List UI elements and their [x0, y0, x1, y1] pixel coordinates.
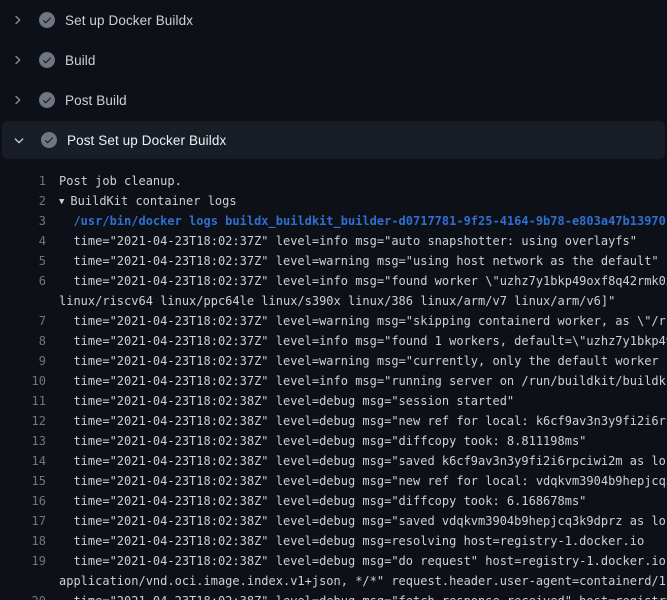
- log-line-number[interactable]: 8: [0, 331, 46, 351]
- check-circle-icon: [39, 92, 55, 108]
- chevron-right-icon[interactable]: [9, 92, 25, 108]
- log-line-text: time="2021-04-23T18:02:37Z" level=info m…: [59, 271, 667, 291]
- log-line-number[interactable]: 10: [0, 371, 46, 391]
- log-line-text: /usr/bin/docker logs buildx_buildkit_bui…: [59, 211, 666, 231]
- chevron-down-icon[interactable]: [11, 132, 27, 148]
- log-line: 15 time="2021-04-23T18:02:38Z" level=deb…: [0, 471, 667, 491]
- log-line-number[interactable]: 7: [0, 311, 46, 331]
- log-line-number[interactable]: 15: [0, 471, 46, 491]
- log-line-text: time="2021-04-23T18:02:37Z" level=info m…: [59, 231, 637, 251]
- log-line-number[interactable]: 6: [0, 271, 46, 291]
- log-line: 17 time="2021-04-23T18:02:38Z" level=deb…: [0, 511, 667, 531]
- log-line: 20 time="2021-04-23T18:02:38Z" level=deb…: [0, 591, 667, 600]
- log-line-number[interactable]: 14: [0, 451, 46, 471]
- log-line-text: Post job cleanup.: [59, 171, 182, 191]
- log-line-text: time="2021-04-23T18:02:38Z" level=debug …: [59, 511, 667, 531]
- log-line-number[interactable]: 17: [0, 511, 46, 531]
- log-line: 12 time="2021-04-23T18:02:38Z" level=deb…: [0, 411, 667, 431]
- log-area: 1 Post job cleanup. 2 ▼BuildKit containe…: [0, 160, 667, 600]
- step-header[interactable]: Build: [0, 40, 667, 80]
- log-line-number[interactable]: [0, 571, 46, 591]
- log-line-text: time="2021-04-23T18:02:38Z" level=debug …: [59, 451, 667, 471]
- log-line: 4 time="2021-04-23T18:02:37Z" level=info…: [0, 231, 667, 251]
- log-line: 1 Post job cleanup.: [0, 171, 667, 191]
- log-line-number[interactable]: 2: [0, 191, 46, 211]
- log-line-number[interactable]: 16: [0, 491, 46, 511]
- log-line-number[interactable]: 18: [0, 531, 46, 551]
- group-collapse-icon[interactable]: ▼: [59, 192, 64, 212]
- log-line-text: time="2021-04-23T18:02:37Z" level=warnin…: [59, 251, 659, 271]
- step-title: Build: [65, 53, 96, 68]
- log-line-text: time="2021-04-23T18:02:38Z" level=debug …: [59, 411, 667, 431]
- log-line: 18 time="2021-04-23T18:02:38Z" level=deb…: [0, 531, 667, 551]
- log-line-text: time="2021-04-23T18:02:38Z" level=debug …: [59, 431, 586, 451]
- log-line: linux/riscv64 linux/ppc64le linux/s390x …: [0, 291, 667, 311]
- step-header[interactable]: Set up Docker Buildx: [0, 0, 667, 40]
- log-line-number[interactable]: 3: [0, 211, 46, 231]
- step-title: Set up Docker Buildx: [65, 13, 193, 28]
- log-line: 13 time="2021-04-23T18:02:38Z" level=deb…: [0, 431, 667, 451]
- log-line-number[interactable]: 1: [0, 171, 46, 191]
- log-line-text: time="2021-04-23T18:02:37Z" level=info m…: [59, 331, 667, 351]
- log-line: 6 time="2021-04-23T18:02:37Z" level=info…: [0, 271, 667, 291]
- log-line-number[interactable]: 9: [0, 351, 46, 371]
- log-line-text: application/vnd.oci.image.index.v1+json,…: [59, 571, 667, 591]
- log-line-number[interactable]: 13: [0, 431, 46, 451]
- log-line-text: time="2021-04-23T18:02:38Z" level=debug …: [59, 471, 667, 491]
- log-line: 9 time="2021-04-23T18:02:37Z" level=warn…: [0, 351, 667, 371]
- log-line-number[interactable]: 4: [0, 231, 46, 251]
- log-line-number[interactable]: 12: [0, 411, 46, 431]
- log-line-number[interactable]: 11: [0, 391, 46, 411]
- step-header[interactable]: Post Build: [0, 80, 667, 120]
- log-line-text: time="2021-04-23T18:02:38Z" level=debug …: [59, 551, 667, 571]
- workflow-log-viewer: Set up Docker Buildx Build Post Build: [0, 0, 667, 600]
- log-group-header[interactable]: ▼BuildKit container logs: [59, 191, 237, 211]
- check-circle-icon: [39, 12, 55, 28]
- log-line: 19 time="2021-04-23T18:02:38Z" level=deb…: [0, 551, 667, 571]
- log-line: 11 time="2021-04-23T18:02:38Z" level=deb…: [0, 391, 667, 411]
- log-line: 3 /usr/bin/docker logs buildx_buildkit_b…: [0, 211, 667, 231]
- log-line-text: time="2021-04-23T18:02:38Z" level=debug …: [59, 491, 586, 511]
- log-line-number[interactable]: 19: [0, 551, 46, 571]
- log-line-number[interactable]: 5: [0, 251, 46, 271]
- log-line-number[interactable]: [0, 291, 46, 311]
- log-line-text: time="2021-04-23T18:02:38Z" level=debug …: [59, 531, 644, 551]
- step-header[interactable]: Post Set up Docker Buildx: [2, 121, 665, 159]
- log-line: 10 time="2021-04-23T18:02:37Z" level=inf…: [0, 371, 667, 391]
- log-line-text: time="2021-04-23T18:02:37Z" level=warnin…: [59, 311, 667, 331]
- step-title: Post Set up Docker Buildx: [67, 133, 226, 148]
- chevron-right-icon[interactable]: [9, 12, 25, 28]
- log-line: application/vnd.oci.image.index.v1+json,…: [0, 571, 667, 591]
- log-line: 8 time="2021-04-23T18:02:37Z" level=info…: [0, 331, 667, 351]
- log-line-text: time="2021-04-23T18:02:37Z" level=info m…: [59, 371, 667, 391]
- steps-list: Set up Docker Buildx Build Post Build: [0, 0, 667, 159]
- log-line-number[interactable]: 20: [0, 591, 46, 600]
- log-line-text: linux/riscv64 linux/ppc64le linux/s390x …: [59, 291, 615, 311]
- log-line-text: time="2021-04-23T18:02:38Z" level=debug …: [59, 591, 667, 600]
- log-line: 2 ▼BuildKit container logs: [0, 191, 667, 211]
- log-line: 7 time="2021-04-23T18:02:37Z" level=warn…: [0, 311, 667, 331]
- check-circle-icon: [41, 132, 57, 148]
- check-circle-icon: [39, 52, 55, 68]
- log-line: 16 time="2021-04-23T18:02:38Z" level=deb…: [0, 491, 667, 511]
- log-line-text: time="2021-04-23T18:02:38Z" level=debug …: [59, 391, 514, 411]
- log-line: 14 time="2021-04-23T18:02:38Z" level=deb…: [0, 451, 667, 471]
- chevron-right-icon[interactable]: [9, 52, 25, 68]
- log-line-text: time="2021-04-23T18:02:37Z" level=warnin…: [59, 351, 667, 371]
- log-line: 5 time="2021-04-23T18:02:37Z" level=warn…: [0, 251, 667, 271]
- step-title: Post Build: [65, 93, 127, 108]
